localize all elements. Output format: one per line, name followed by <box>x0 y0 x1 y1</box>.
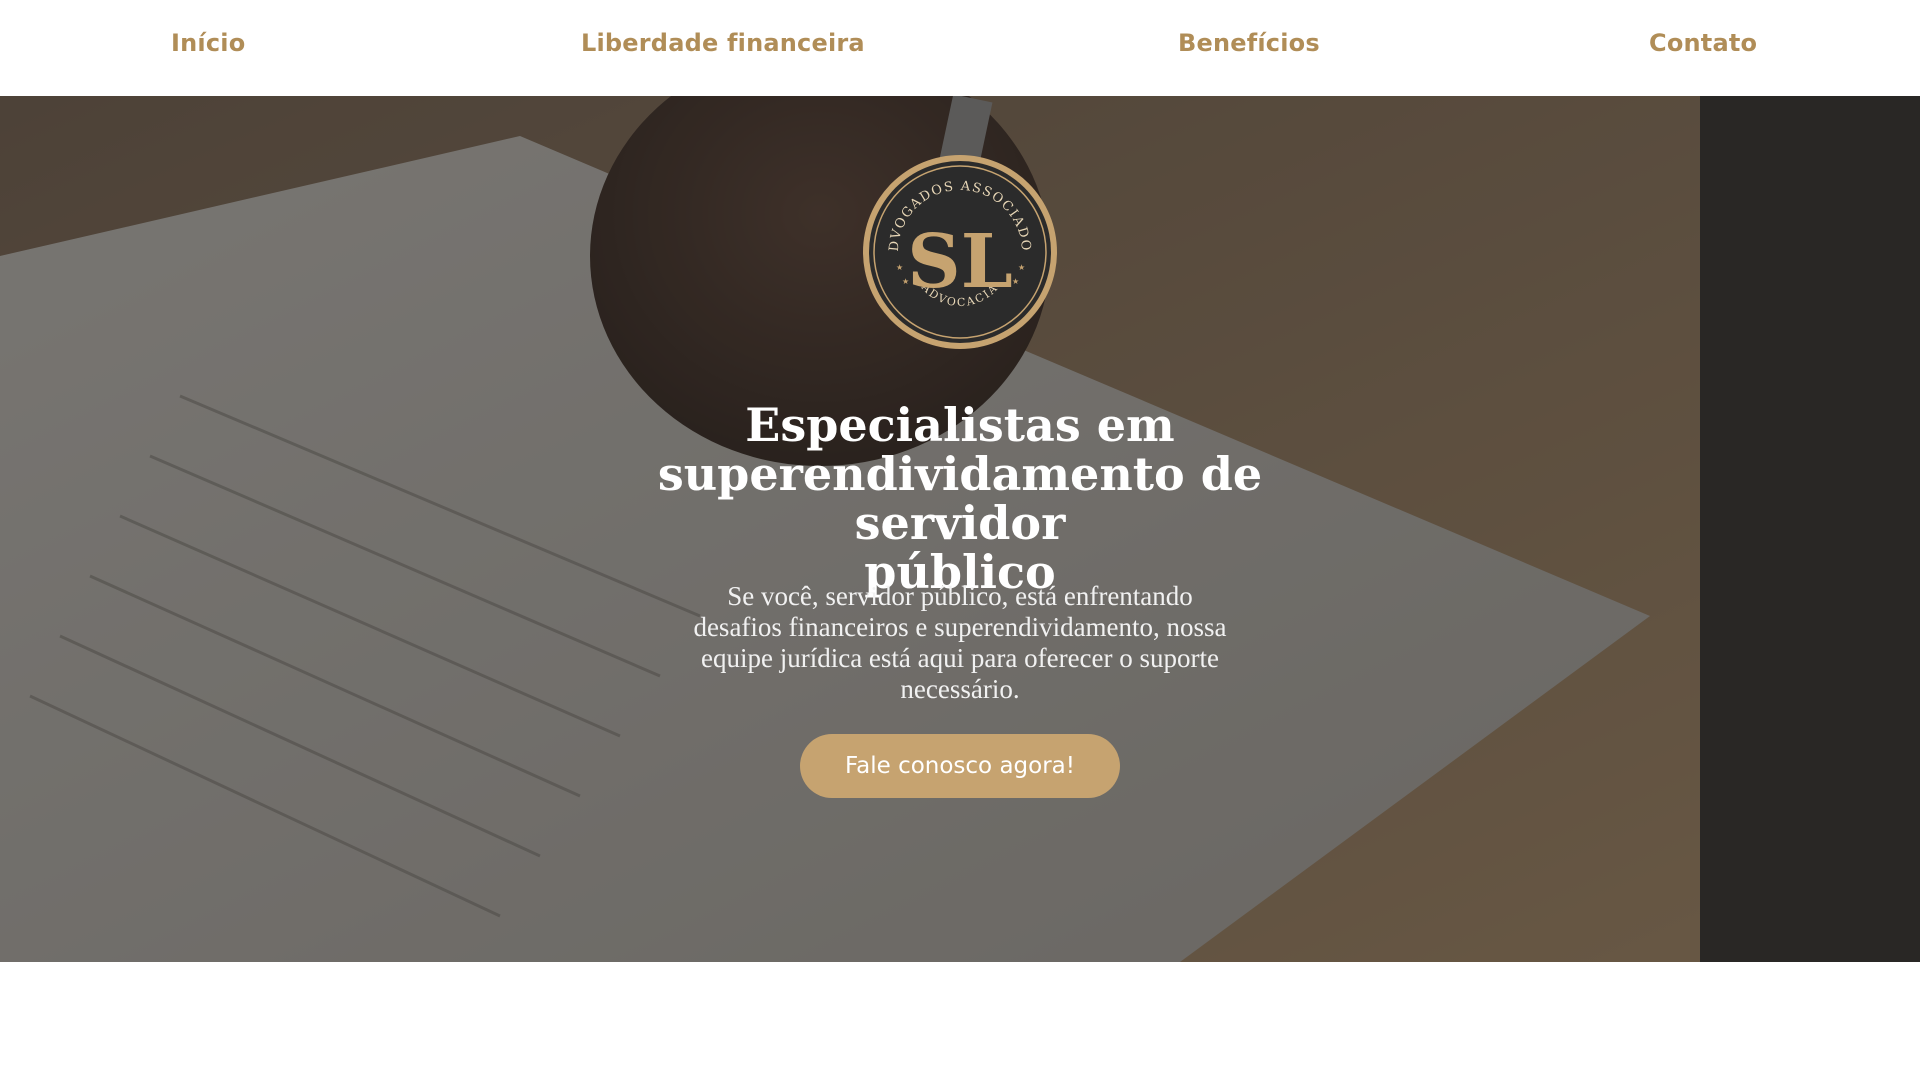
svg-text:★: ★ <box>902 277 909 286</box>
hero-title-line: superendividamento de servidor <box>657 447 1263 550</box>
hero-subtitle-line: equipe jurídica está aqui para oferecer … <box>701 643 1219 673</box>
nav-link-liberdade-financeira[interactable]: Liberdade financeira <box>581 29 865 57</box>
top-navbar: Início Liberdade financeira Benefícios C… <box>0 0 1920 96</box>
contact-now-button[interactable]: Fale conosco agora! <box>800 734 1120 798</box>
sl-monogram-seal-icon: ADVOGADOS ASSOCIADOS ADVOCACIA SL ★★ ★★ <box>860 152 1057 349</box>
svg-text:★: ★ <box>896 263 903 272</box>
landing-page: Início Liberdade financeira Benefícios C… <box>0 0 1920 1080</box>
svg-text:★: ★ <box>1012 277 1019 286</box>
hero-subtitle-line: desafios financeiros e superendividament… <box>693 612 1227 642</box>
nav-link-contato[interactable]: Contato <box>1649 29 1757 57</box>
hero-title-line: Especialistas em <box>745 398 1175 452</box>
hero-title: Especialistas em superendividamento de s… <box>560 401 1360 597</box>
svg-text:★: ★ <box>1018 263 1025 272</box>
hero-subtitle-line: necessário. <box>900 674 1020 704</box>
nav-link-inicio[interactable]: Início <box>171 29 245 57</box>
hero-section: ADVOGADOS ASSOCIADOS ADVOCACIA SL ★★ ★★ … <box>0 96 1920 962</box>
seal-monogram: SL <box>907 219 1012 305</box>
hero-subtitle-line: Se você, servidor público, está enfrenta… <box>727 581 1193 611</box>
hero-subtitle: Se você, servidor público, está enfrenta… <box>600 581 1320 705</box>
below-fold-area <box>0 962 1920 1080</box>
nav-link-beneficios[interactable]: Benefícios <box>1178 29 1320 57</box>
